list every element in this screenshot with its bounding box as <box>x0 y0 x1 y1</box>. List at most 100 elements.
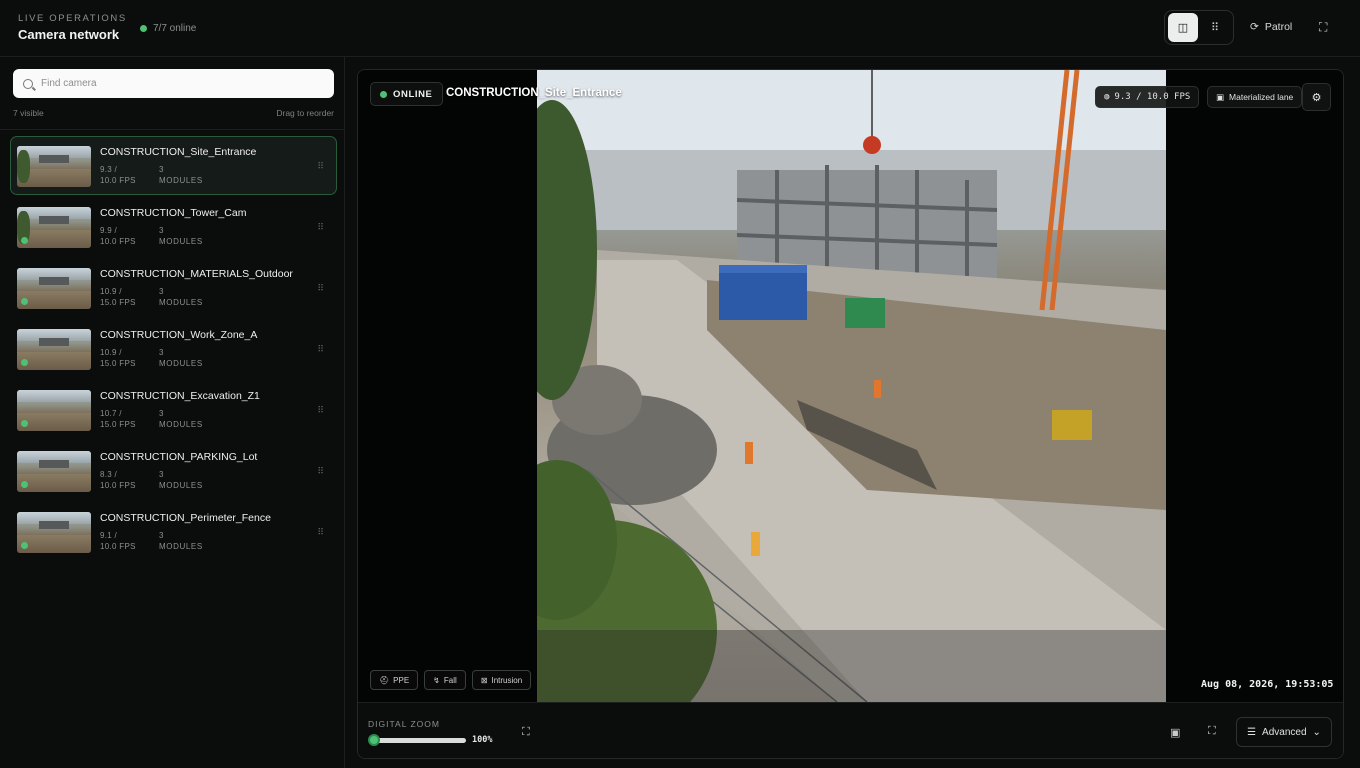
module-chip-fall[interactable]: ↯ Fall <box>424 670 466 690</box>
gear-icon: ⚙ <box>1311 91 1322 104</box>
settings-button[interactable]: ⚙ <box>1302 83 1331 111</box>
gauge-icon: ◍ <box>1104 92 1110 102</box>
multi-view-button[interactable]: ⠿ <box>1200 13 1230 42</box>
feed-camera-name: CONSTRUCTION_Site_Entrance <box>446 87 622 99</box>
camera-modules: 3 MODULES <box>159 470 203 490</box>
camera-name: CONSTRUCTION_Tower_Cam <box>100 207 247 219</box>
grid-single-icon: ◫ <box>1177 22 1189 34</box>
viewer-controls: DIGITAL ZOOM 100% ⛶ ▣ ⛶ ☰ Advanced ⌄ <box>358 702 1343 758</box>
fullscreen-icon: ⛶ <box>1208 725 1216 737</box>
helmet-icon: ⛑ <box>379 675 390 685</box>
drag-handle-icon[interactable]: ⠿ <box>317 466 324 477</box>
camera-fps: 8.3 /10.0 FPS <box>100 470 136 490</box>
drag-handle-icon[interactable]: ⠿ <box>317 527 324 538</box>
camera-modules: 3 MODULES <box>159 165 203 185</box>
list-divider <box>0 129 345 130</box>
camera-list-item[interactable]: CONSTRUCTION_MATERIALS_Outdoor 10.9 /15.… <box>10 258 337 317</box>
construction-scene <box>537 70 1166 702</box>
detection-modules: ⛑ PPE ↯ Fall ⊠ Intrusion <box>370 670 532 690</box>
drag-handle-icon[interactable]: ⠿ <box>317 405 324 416</box>
intrusion-icon: ⊠ <box>480 675 488 685</box>
online-dot-icon <box>21 481 28 488</box>
camera-list-item[interactable]: CONSTRUCTION_Excavation_Z1 10.7 /15.0 FP… <box>10 380 337 439</box>
drag-handle-icon[interactable]: ⠿ <box>317 222 324 233</box>
online-dot-icon <box>21 359 28 366</box>
advanced-button[interactable]: ☰ Advanced ⌄ <box>1236 717 1332 747</box>
search-input[interactable] <box>41 78 321 89</box>
crosshair-icon: ⛶ <box>522 726 530 738</box>
zoom-slider-handle[interactable] <box>368 734 380 746</box>
camera-thumbnail <box>17 268 91 309</box>
status-text: ONLINE <box>393 88 433 100</box>
camera-fps: 10.9 /15.0 FPS <box>100 287 136 307</box>
refresh-icon: ⟳ <box>1250 21 1259 33</box>
visible-count: 7 visible <box>13 108 44 118</box>
online-dot-icon <box>21 298 28 305</box>
camera-list-item[interactable]: CONSTRUCTION_Work_Zone_A 10.9 /15.0 FPS … <box>10 319 337 378</box>
online-dot-icon <box>21 542 28 549</box>
camera-thumbnail <box>17 451 91 492</box>
patrol-button[interactable]: ⟳ Patrol <box>1250 21 1292 33</box>
camera-name: CONSTRUCTION_MATERIALS_Outdoor <box>100 268 293 280</box>
page-title: Camera network <box>18 27 120 42</box>
live-feed[interactable] <box>537 70 1166 702</box>
drag-handle-icon[interactable]: ⠿ <box>317 161 324 172</box>
camera-thumbnail <box>17 329 91 370</box>
feed-timestamp: Aug 08, 2026, 19:53:05 <box>1201 679 1334 690</box>
snapshot-icon: ▣ <box>1170 727 1181 739</box>
camera-modules: 3 MODULES <box>159 531 203 551</box>
status-badge: ONLINE <box>370 82 443 106</box>
single-view-button[interactable]: ◫ <box>1168 13 1198 42</box>
search-box[interactable] <box>13 69 334 98</box>
camera-icon: ▣ <box>1216 91 1225 102</box>
online-count: 7/7 online <box>153 23 197 34</box>
camera-list: CONSTRUCTION_Site_Entrance 9.3 /10.0 FPS… <box>10 136 337 563</box>
expand-icon: ⛶ <box>1319 20 1328 34</box>
grid-multi-icon: ⠿ <box>1210 22 1220 34</box>
camera-list-item[interactable]: CONSTRUCTION_Perimeter_Fence 9.1 /10.0 F… <box>10 502 337 561</box>
camera-viewer: ONLINE CONSTRUCTION_Site_Entrance ◍ 9.3 … <box>357 69 1344 759</box>
search-icon <box>23 78 33 89</box>
chevron-down-icon: ⌄ <box>1312 726 1321 738</box>
expand-button[interactable]: ⛶ <box>1319 20 1327 35</box>
zoom-reset-button[interactable]: ⛶ <box>522 726 530 739</box>
advanced-label: Advanced <box>1262 726 1307 738</box>
camera-thumbnail <box>17 207 91 248</box>
camera-list-item[interactable]: CONSTRUCTION_Site_Entrance 9.3 /10.0 FPS… <box>10 136 337 195</box>
online-dot-icon <box>21 237 28 244</box>
drag-handle-icon[interactable]: ⠿ <box>317 344 324 355</box>
snapshot-button[interactable]: ▣ <box>1170 726 1180 739</box>
camera-name: CONSTRUCTION_Work_Zone_A <box>100 329 258 341</box>
camera-name: CONSTRUCTION_Site_Entrance <box>100 146 257 158</box>
fall-icon: ↯ <box>433 675 440 685</box>
online-dot-icon <box>140 25 147 32</box>
camera-list-item[interactable]: CONSTRUCTION_Tower_Cam 9.9 /10.0 FPS 3 MO… <box>10 197 337 256</box>
module-chip-intrusion[interactable]: ⊠ Intrusion <box>471 670 532 690</box>
camera-modules: 3 MODULES <box>159 226 203 246</box>
layout-toggle-group: ◫ ⠿ <box>1164 10 1234 45</box>
online-dot-icon <box>21 420 28 427</box>
mask-label: Materialized lane <box>1229 92 1294 102</box>
mask-toggle-button[interactable]: ▣ Materialized lane <box>1207 86 1303 108</box>
camera-sidebar: 7 visible Drag to reorder CONSTRUCTION_S… <box>0 57 345 768</box>
zoom-slider[interactable] <box>372 738 466 743</box>
fps-readout: ◍ 9.3 / 10.0 FPS <box>1095 86 1200 108</box>
camera-modules: 3 MODULES <box>159 287 203 307</box>
camera-thumbnail <box>17 390 91 431</box>
fps-value: 9.3 / 10.0 FPS <box>1114 92 1191 102</box>
camera-fps: 9.9 /10.0 FPS <box>100 226 136 246</box>
fullscreen-button[interactable]: ⛶ <box>1208 725 1216 738</box>
module-chip-ppe[interactable]: ⛑ PPE <box>370 670 419 690</box>
camera-modules: 3 MODULES <box>159 409 203 429</box>
online-dot-icon <box>380 90 387 98</box>
reorder-hint: Drag to reorder <box>276 108 334 118</box>
camera-thumbnail <box>17 512 91 553</box>
camera-fps: 9.1 /10.0 FPS <box>100 531 136 551</box>
zoom-value: 100% <box>472 735 493 745</box>
camera-list-item[interactable]: CONSTRUCTION_PARKING_Lot 8.3 /10.0 FPS 3… <box>10 441 337 500</box>
camera-fps: 10.7 /15.0 FPS <box>100 409 136 429</box>
sliders-icon: ☰ <box>1247 726 1257 738</box>
drag-handle-icon[interactable]: ⠿ <box>317 283 324 294</box>
app-root: LIVE OPERATIONS Camera network 7/7 onlin… <box>0 0 1360 768</box>
camera-name: CONSTRUCTION_Perimeter_Fence <box>100 512 271 524</box>
